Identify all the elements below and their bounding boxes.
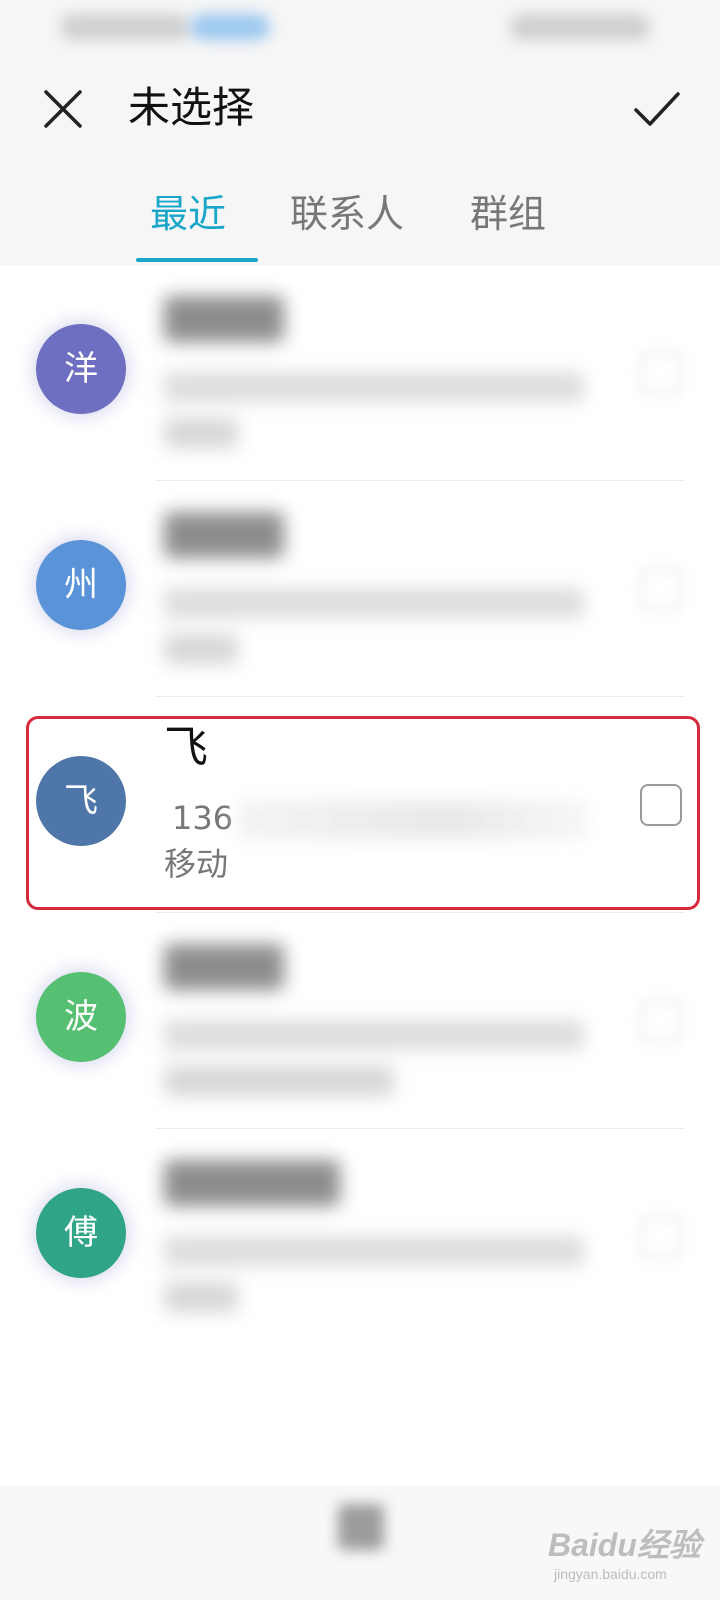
- avatar: 波: [36, 972, 126, 1062]
- status-bar-right: [510, 14, 650, 40]
- tab-recent[interactable]: 最近: [150, 184, 226, 244]
- contact-carrier: [164, 634, 238, 664]
- row-divider: [156, 696, 684, 697]
- top-header: 未选择 最近 联系人 群组: [0, 56, 720, 266]
- tab-groups[interactable]: 群组: [470, 184, 546, 244]
- contact-phone: [164, 1236, 584, 1266]
- selection-highlight-box: [26, 716, 700, 910]
- contact-carrier: [164, 1282, 238, 1312]
- contact-name: [164, 512, 284, 558]
- checkmark-icon: [634, 92, 680, 126]
- contact-row[interactable]: 州: [0, 482, 720, 698]
- avatar: 洋: [36, 324, 126, 414]
- close-button[interactable]: [38, 84, 88, 134]
- contact-carrier: [164, 1066, 394, 1096]
- row-divider: [156, 480, 684, 481]
- bottom-action-label: [328, 1552, 394, 1577]
- avatar: 傅: [36, 1188, 126, 1278]
- avatar: 州: [36, 540, 126, 630]
- contact-name: [164, 296, 284, 342]
- select-checkbox[interactable]: [640, 1000, 682, 1042]
- action-icon: [338, 1504, 384, 1550]
- contact-row[interactable]: 傅: [0, 1130, 720, 1346]
- page-title: 未选择: [128, 83, 255, 132]
- select-checkbox[interactable]: [640, 1216, 682, 1258]
- select-checkbox[interactable]: [640, 352, 682, 394]
- contact-carrier: [164, 418, 238, 448]
- status-bar-left: [60, 14, 190, 40]
- watermark-sub: jingyan.baidu.com: [554, 1566, 667, 1582]
- tab-contacts[interactable]: 联系人: [290, 184, 404, 244]
- tab-bar: 最近 联系人 群组: [0, 184, 720, 264]
- watermark-main: Baidu经验: [548, 1527, 701, 1563]
- contact-name: [164, 1160, 340, 1206]
- contact-phone: [164, 372, 584, 402]
- contact-phone: [164, 1020, 584, 1050]
- baidu-watermark: Baidu经验 jingyan.baidu.com: [548, 1520, 708, 1590]
- contact-row[interactable]: 波: [0, 914, 720, 1130]
- row-divider: [156, 1128, 684, 1129]
- select-checkbox[interactable]: [640, 568, 682, 610]
- close-icon: [44, 90, 82, 128]
- row-divider: [156, 912, 684, 913]
- status-bar-notification: [190, 14, 270, 40]
- contact-name: [164, 944, 284, 990]
- contact-phone: [164, 588, 584, 618]
- bottom-action-button[interactable]: [328, 1504, 394, 1584]
- confirm-button[interactable]: [630, 82, 684, 136]
- active-tab-indicator: [136, 258, 258, 262]
- contact-row[interactable]: 洋: [0, 266, 720, 482]
- status-bar: [0, 0, 720, 56]
